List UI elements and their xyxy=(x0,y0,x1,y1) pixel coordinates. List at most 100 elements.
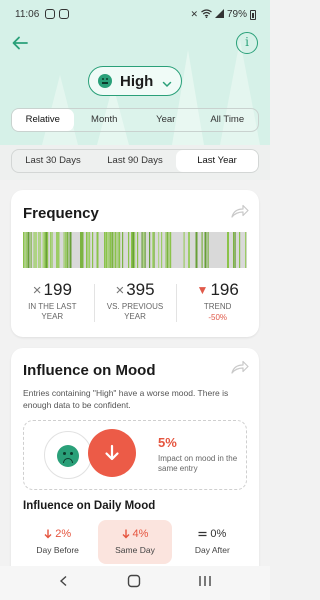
share-icon[interactable] xyxy=(231,204,249,218)
frequency-strip xyxy=(23,232,247,268)
nav-back-icon[interactable] xyxy=(58,574,70,592)
tab-month[interactable]: Month xyxy=(74,109,136,131)
trend-down-icon: ▼ xyxy=(196,283,209,297)
chevron-down-icon xyxy=(162,76,172,88)
frequency-strip-graphic xyxy=(23,232,247,268)
strip-mark xyxy=(137,232,139,268)
strip-mark xyxy=(117,232,119,268)
status-right: ✕ 79% xyxy=(190,9,256,20)
strip-mark xyxy=(167,232,169,268)
daily-day-after: 0% Day After xyxy=(176,520,249,564)
strip-mark xyxy=(239,232,241,268)
impact-percent: 5% xyxy=(158,435,177,450)
app-notification-icon xyxy=(45,9,55,19)
strip-mark xyxy=(183,232,185,268)
impact-box: 5% Impact on mood in the same entry xyxy=(23,420,247,490)
daily-value: 2% xyxy=(55,528,72,540)
strip-mark xyxy=(23,232,25,268)
strip-mark xyxy=(111,232,114,268)
nav-home-icon[interactable] xyxy=(127,574,141,593)
strip-mark xyxy=(170,232,172,268)
strip-mark xyxy=(57,232,60,268)
strip-mark xyxy=(245,232,247,268)
strip-mark xyxy=(81,232,84,268)
daily-value: 4% xyxy=(132,528,149,540)
strip-mark xyxy=(39,232,41,268)
mood-label: High xyxy=(120,72,154,90)
arrow-down-icon xyxy=(44,529,52,539)
tab-last-90-days[interactable]: Last 90 Days xyxy=(94,150,176,172)
strip-mark xyxy=(30,232,32,268)
stat-value: 196 xyxy=(210,280,239,299)
strip-mark xyxy=(153,232,155,268)
strip-mark xyxy=(66,232,69,268)
daily-same-day: 4% Same Day xyxy=(98,520,172,564)
tab-relative[interactable]: Relative xyxy=(12,109,74,131)
strip-mark xyxy=(168,232,170,268)
strip-mark xyxy=(87,232,89,268)
stat-value: 199 xyxy=(43,280,72,299)
strip-mark xyxy=(69,232,72,268)
strip-mark xyxy=(188,232,190,268)
strip-mark xyxy=(24,232,26,268)
frequency-title: Frequency xyxy=(23,205,99,222)
strip-mark xyxy=(89,232,91,268)
multiply-icon: × xyxy=(32,281,42,299)
frequency-stats: × 199 IN THE LAST YEAR × 395 VS. PREVIOUS … xyxy=(11,280,259,328)
status-bar: 11:06 ✕ 79% xyxy=(0,0,270,28)
mood-selector[interactable]: High xyxy=(88,66,182,96)
mute-icon: ✕ xyxy=(190,9,198,19)
influence-title: Influence on Mood xyxy=(23,362,156,379)
stat-value: 395 xyxy=(126,280,155,299)
strip-mark xyxy=(107,232,109,268)
stat-trend: ▼ 196 TREND -50% xyxy=(176,280,259,328)
tab-last-30-days[interactable]: Last 30 Days xyxy=(12,150,94,172)
signal-icon xyxy=(214,9,224,20)
share-icon[interactable] xyxy=(231,360,249,374)
multiply-icon: × xyxy=(115,281,125,299)
arrow-down-icon xyxy=(88,429,136,477)
status-time: 11:06 xyxy=(15,9,40,20)
range-tabs: Relative Month Year All Time xyxy=(11,108,259,132)
strip-mark xyxy=(108,232,110,268)
strip-mark xyxy=(65,232,67,268)
stat-vs-previous-year: × 395 VS. PREVIOUS YEAR xyxy=(93,280,177,328)
happy-face-icon xyxy=(98,74,112,88)
strip-mark xyxy=(165,232,167,268)
strip-mark xyxy=(141,232,143,268)
strip-mark xyxy=(119,232,121,268)
back-arrow-icon[interactable] xyxy=(10,33,30,53)
strip-mark xyxy=(234,232,236,268)
strip-mark xyxy=(195,232,198,268)
sad-face-icon xyxy=(57,445,79,467)
daily-label: Day Before xyxy=(36,545,79,555)
tab-all-time[interactable]: All Time xyxy=(197,109,259,131)
strip-mark xyxy=(110,232,112,268)
arrow-down-icon xyxy=(122,529,130,539)
equals-icon xyxy=(198,531,207,537)
strip-mark xyxy=(134,232,136,268)
nav-recents-icon[interactable] xyxy=(198,574,212,592)
strip-mark xyxy=(35,232,37,268)
strip-mark xyxy=(33,232,35,268)
strip-mark xyxy=(86,232,88,268)
info-icon[interactable]: i xyxy=(236,32,258,54)
battery-icon xyxy=(250,9,256,20)
daily-label: Same Day xyxy=(115,545,155,555)
strip-mark xyxy=(207,232,209,268)
tab-year[interactable]: Year xyxy=(135,109,197,131)
strip-mark xyxy=(158,232,160,268)
strip-mark xyxy=(104,232,106,268)
strip-mark xyxy=(149,232,151,268)
system-nav-bar xyxy=(0,566,270,600)
strip-mark xyxy=(128,232,130,268)
wifi-icon xyxy=(201,9,212,20)
period-tabs: Last 30 Days Last 90 Days Last Year xyxy=(11,149,259,173)
notification-icons xyxy=(45,9,69,19)
strip-mark xyxy=(27,232,30,268)
strip-mark xyxy=(201,232,203,268)
strip-mark xyxy=(96,232,99,268)
frequency-card: Frequency × 199 IN THE LAST YEAR × 395 VS.… xyxy=(11,190,259,337)
strip-mark xyxy=(92,232,94,268)
tab-last-year[interactable]: Last Year xyxy=(176,150,258,172)
